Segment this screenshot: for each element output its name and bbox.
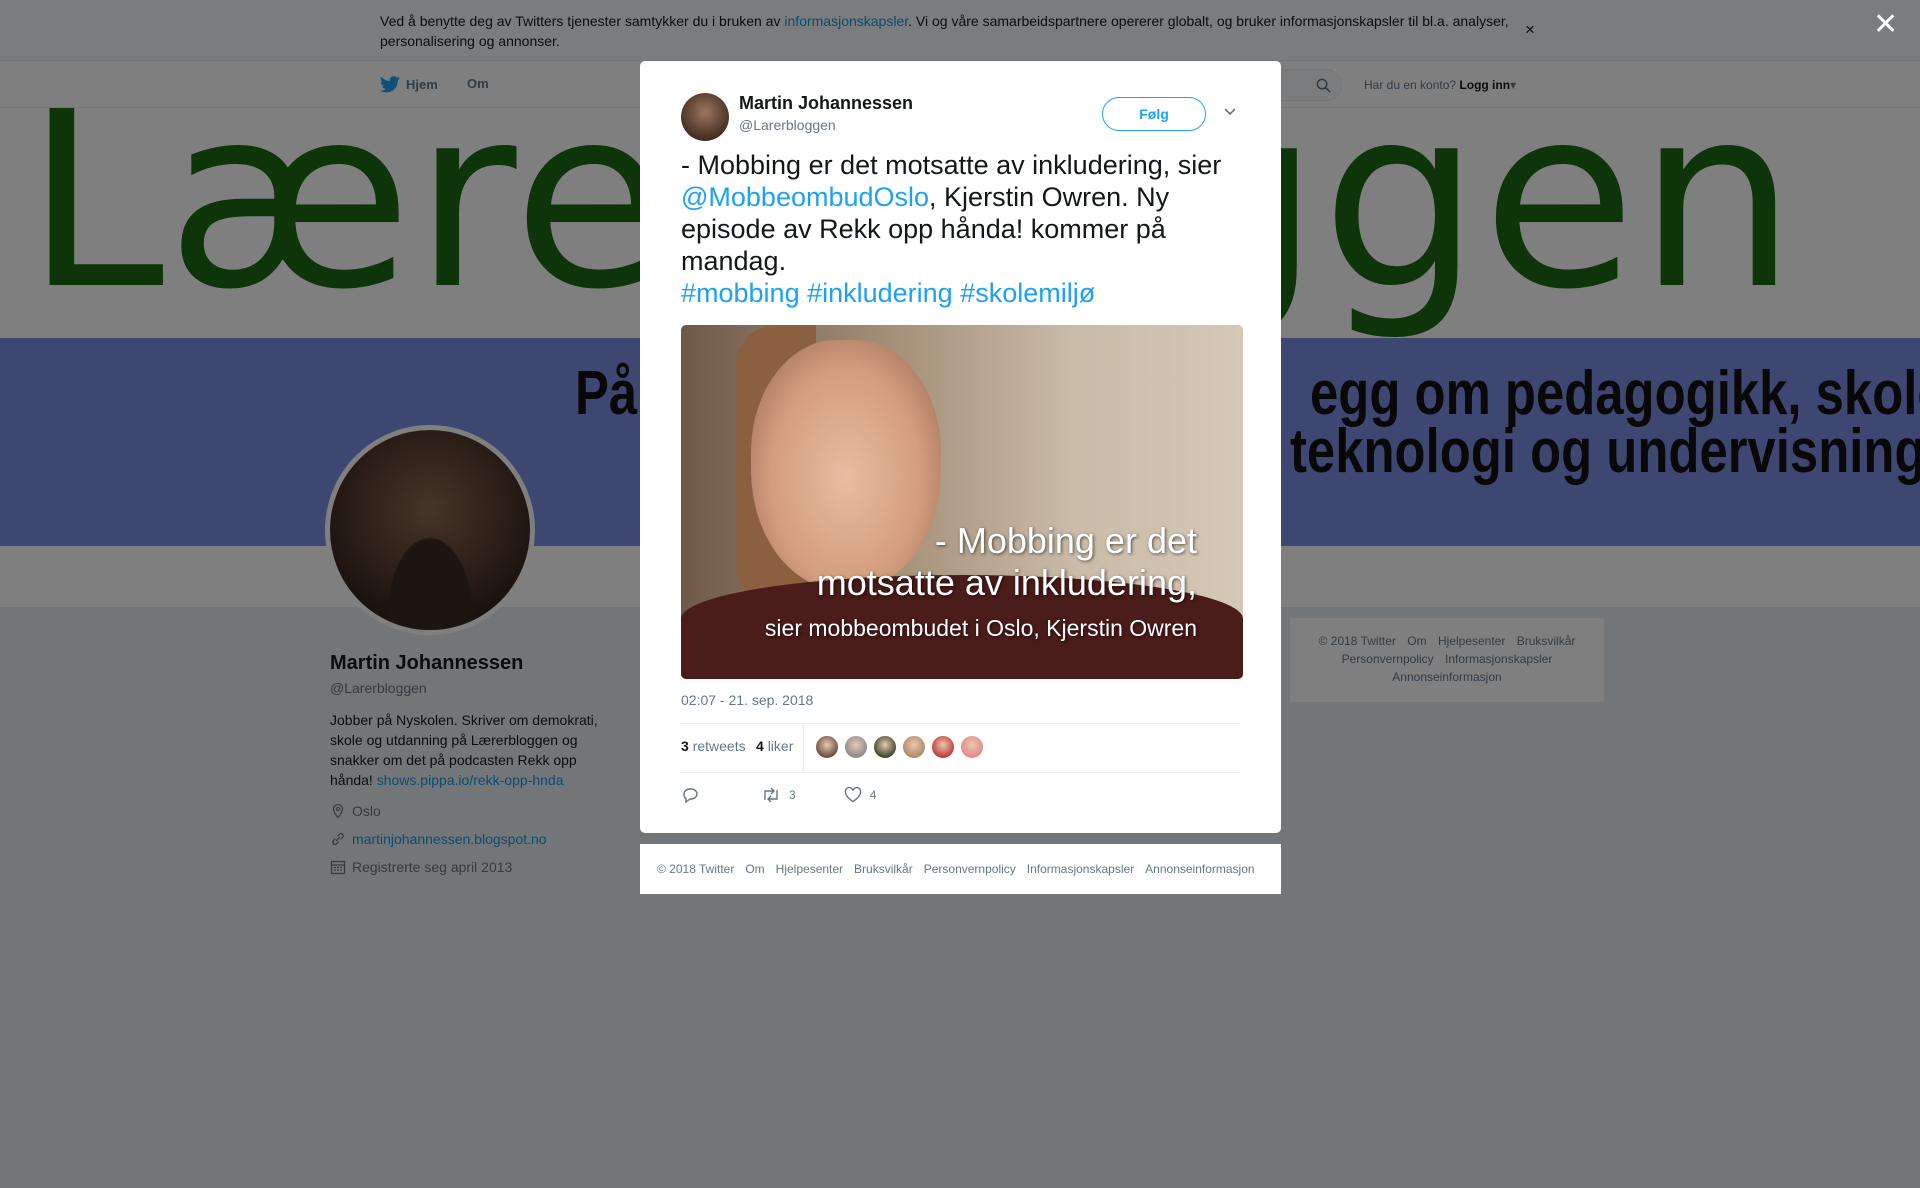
retweet-button[interactable]: 3 (761, 787, 796, 803)
media-caption-1: - Mobbing er det (934, 520, 1197, 561)
retweet-icon (764, 787, 778, 803)
retweet-stat-count: 3 (681, 738, 689, 754)
stats-divider (803, 724, 804, 772)
modal-footer-ads[interactable]: Annonseinformasjon (1145, 862, 1254, 876)
tweet-author-handle[interactable]: @Larerbloggen (739, 117, 836, 133)
tweet-author-avatar[interactable] (681, 93, 729, 141)
tweet-text: - Mobbing er det motsatte av inkludering… (681, 149, 1251, 309)
modal-footer-privacy[interactable]: Personvernpolicy (924, 862, 1016, 876)
reply-icon (683, 788, 698, 803)
tweet-actions: 3 4 (681, 783, 876, 807)
liker-avatar[interactable] (844, 735, 868, 759)
retweet-count: 3 (789, 788, 796, 802)
liker-avatar[interactable] (815, 735, 839, 759)
liker-avatar[interactable] (960, 735, 984, 759)
tweet-author-name[interactable]: Martin Johannessen (739, 93, 913, 114)
close-icon[interactable]: ✕ (1873, 10, 1898, 40)
photo-face (751, 340, 941, 590)
tweet-text-1: - Mobbing er det motsatte av inkludering… (681, 150, 1222, 180)
modal-footer-cookies[interactable]: Informasjonskapsler (1027, 862, 1134, 876)
tweet-stats: 3 retweets 4 liker (681, 723, 1241, 773)
follow-button[interactable]: Følg (1102, 97, 1206, 131)
like-stat-count: 4 (756, 738, 764, 754)
heart-icon (844, 787, 861, 803)
chevron-down-icon[interactable] (1223, 104, 1237, 120)
modal-footer-terms[interactable]: Bruksvilkår (854, 862, 913, 876)
liker-avatars (815, 735, 984, 759)
media-caption-3: sier mobbeombudet i Oslo, Kjerstin Owren (764, 615, 1197, 641)
modal-footer-help[interactable]: Hjelpesenter (776, 862, 843, 876)
liker-avatar[interactable] (873, 735, 897, 759)
media-caption-2: motsatte av inkludering, (816, 562, 1197, 603)
like-button[interactable]: 4 (844, 787, 877, 803)
like-stat[interactable]: 4 liker (756, 738, 793, 754)
tweet-timestamp[interactable]: 02:07 - 21. sep. 2018 (681, 692, 813, 708)
retweet-stat[interactable]: 3 retweets (681, 738, 746, 754)
tweet-modal: Martin Johannessen @Larerbloggen Følg - … (640, 61, 1281, 833)
like-stat-label: liker (767, 738, 794, 754)
modal-footer: © 2018 Twitter Om Hjelpesenter Bruksvilk… (640, 844, 1281, 894)
modal-footer-copyright: © 2018 Twitter (657, 862, 735, 876)
retweet-stat-label: retweets (692, 738, 746, 754)
reply-button[interactable] (681, 787, 699, 803)
modal-footer-about[interactable]: Om (745, 862, 764, 876)
tweet-mention[interactable]: @MobbeombudOslo (681, 182, 929, 212)
liker-avatar[interactable] (902, 735, 926, 759)
like-count: 4 (869, 788, 877, 802)
liker-avatar[interactable] (931, 735, 955, 759)
tweet-media-image[interactable]: - Mobbing er det motsatte av inkludering… (681, 325, 1243, 679)
tweet-hashtags[interactable]: #mobbing #inkludering #skolemiljø (681, 278, 1095, 308)
